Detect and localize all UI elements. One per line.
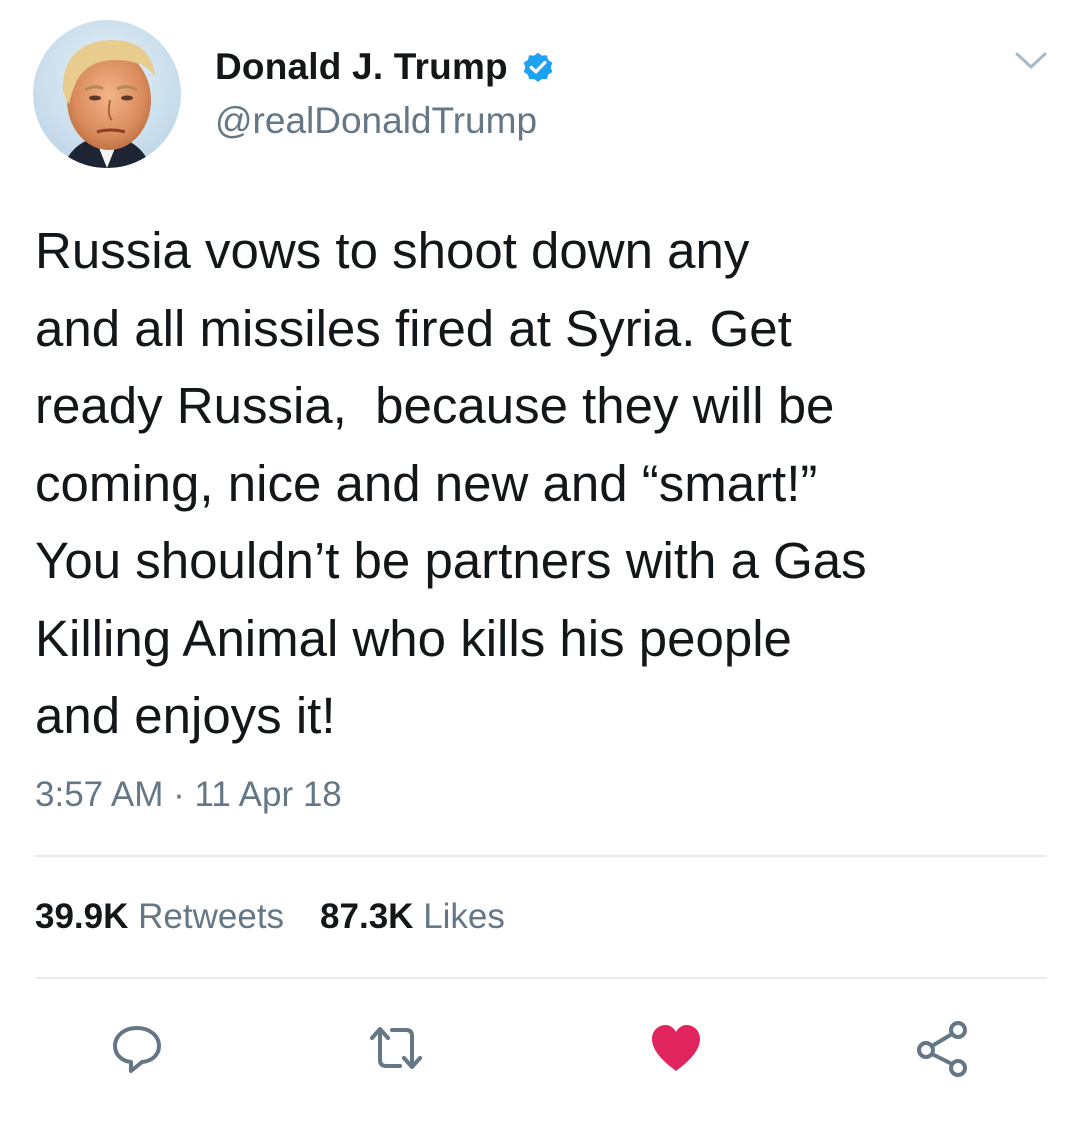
verified-badge-icon — [520, 49, 556, 85]
divider — [35, 977, 1047, 979]
retweet-icon — [370, 1027, 422, 1069]
like-button[interactable] — [646, 1018, 706, 1078]
chevron-down-icon[interactable] — [1014, 50, 1048, 72]
author-display-name[interactable]: Donald J. Trump — [215, 46, 508, 88]
retweet-button[interactable] — [366, 1018, 426, 1078]
tweet-text-line: Killing Animal who kills his people — [35, 609, 792, 667]
share-button[interactable] — [912, 1018, 972, 1078]
author-handle[interactable]: @realDonaldTrump — [215, 100, 537, 142]
retweets-label: Retweets — [138, 897, 285, 936]
reply-icon — [113, 1026, 161, 1073]
avatar-image — [33, 20, 181, 168]
likes-count: 87.3K — [320, 897, 414, 936]
tweet-text-line: and all missiles fired at Syria. Get — [35, 299, 792, 357]
share-icon — [917, 1021, 967, 1077]
tweet-text-line: and enjoys it! — [35, 687, 336, 744]
author-name-row: Donald J. Trump — [215, 42, 556, 92]
tweet-text-line: You shouldn’t be partners with a Gas — [35, 532, 867, 589]
tweet-text-line: ready Russia, because they will be — [35, 377, 835, 434]
divider — [35, 855, 1047, 857]
reply-button[interactable] — [107, 1018, 167, 1078]
likes-label: Likes — [423, 897, 505, 936]
tweet-stats: 39.9K Retweets 87.3K Likes — [35, 897, 505, 937]
heart-icon — [652, 1025, 700, 1071]
tweet-timestamp[interactable]: 3:57 AM · 11 Apr 18 — [35, 775, 342, 815]
retweets-stat[interactable]: 39.9K Retweets — [35, 897, 284, 937]
tweet-text: Russia vows to shoot down any and all mi… — [35, 212, 1045, 755]
retweets-count: 39.9K — [35, 897, 129, 936]
likes-stat[interactable]: 87.3K Likes — [320, 897, 505, 937]
tweet-text-line: Russia vows to shoot down any — [35, 222, 750, 279]
tweet-card: Donald J. Trump @realDonaldTrump Russia … — [0, 0, 1080, 1127]
avatar[interactable] — [33, 20, 181, 168]
tweet-text-line: coming, nice and new and “smart!” — [35, 454, 818, 512]
